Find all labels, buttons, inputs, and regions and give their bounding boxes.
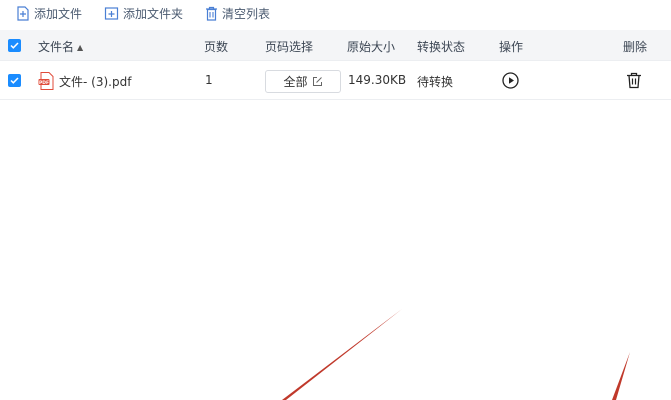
original-size: 149.30KB — [348, 73, 407, 87]
toolbar: 添加文件 添加文件夹 清空列表 — [0, 0, 671, 28]
file-name: 文件- (3).pdf — [59, 75, 132, 89]
add-file-button[interactable]: 添加文件 — [16, 3, 82, 23]
check-icon — [10, 77, 19, 84]
row-checkbox[interactable] — [8, 74, 21, 87]
table-header: 文件名 ▲ 页数 页码选择 原始大小 转换状态 操作 删除 — [0, 30, 671, 61]
conversion-status: 待转换 — [417, 75, 454, 89]
check-icon — [10, 42, 19, 49]
trash-icon[interactable] — [626, 72, 642, 89]
add-file-icon — [17, 5, 29, 21]
edit-icon — [312, 77, 322, 86]
column-filename-label: 文件名 — [38, 40, 75, 54]
column-filename[interactable]: 文件名 ▲ — [38, 38, 83, 55]
page-count: 1 — [205, 73, 213, 87]
clear-list-icon — [206, 6, 217, 21]
play-icon[interactable] — [502, 72, 519, 89]
svg-text:PDF: PDF — [39, 80, 49, 86]
column-original-size: 原始大小 — [347, 40, 396, 54]
clear-list-button[interactable]: 清空列表 — [205, 3, 270, 23]
column-status: 转换状态 — [417, 40, 466, 54]
select-all-checkbox[interactable] — [8, 39, 21, 52]
column-action: 操作 — [499, 40, 524, 54]
column-pages: 页数 — [204, 40, 229, 54]
page-select-label: 全部 — [283, 75, 308, 89]
add-folder-label: 添加文件夹 — [123, 6, 184, 21]
column-page-select: 页码选择 — [265, 40, 314, 54]
pdf-file-icon: PDF — [38, 72, 54, 90]
add-folder-button[interactable]: 添加文件夹 — [104, 3, 183, 23]
table-row[interactable]: PDF 文件- (3).pdf 1 全部 149.30KB 待转换 — [0, 62, 671, 100]
add-file-label: 添加文件 — [34, 6, 83, 21]
clear-list-label: 清空列表 — [222, 6, 271, 21]
column-delete: 删除 — [623, 40, 648, 54]
sort-icon: ▲ — [77, 43, 84, 52]
add-folder-icon — [104, 6, 119, 20]
page-select-button[interactable]: 全部 — [265, 70, 341, 93]
